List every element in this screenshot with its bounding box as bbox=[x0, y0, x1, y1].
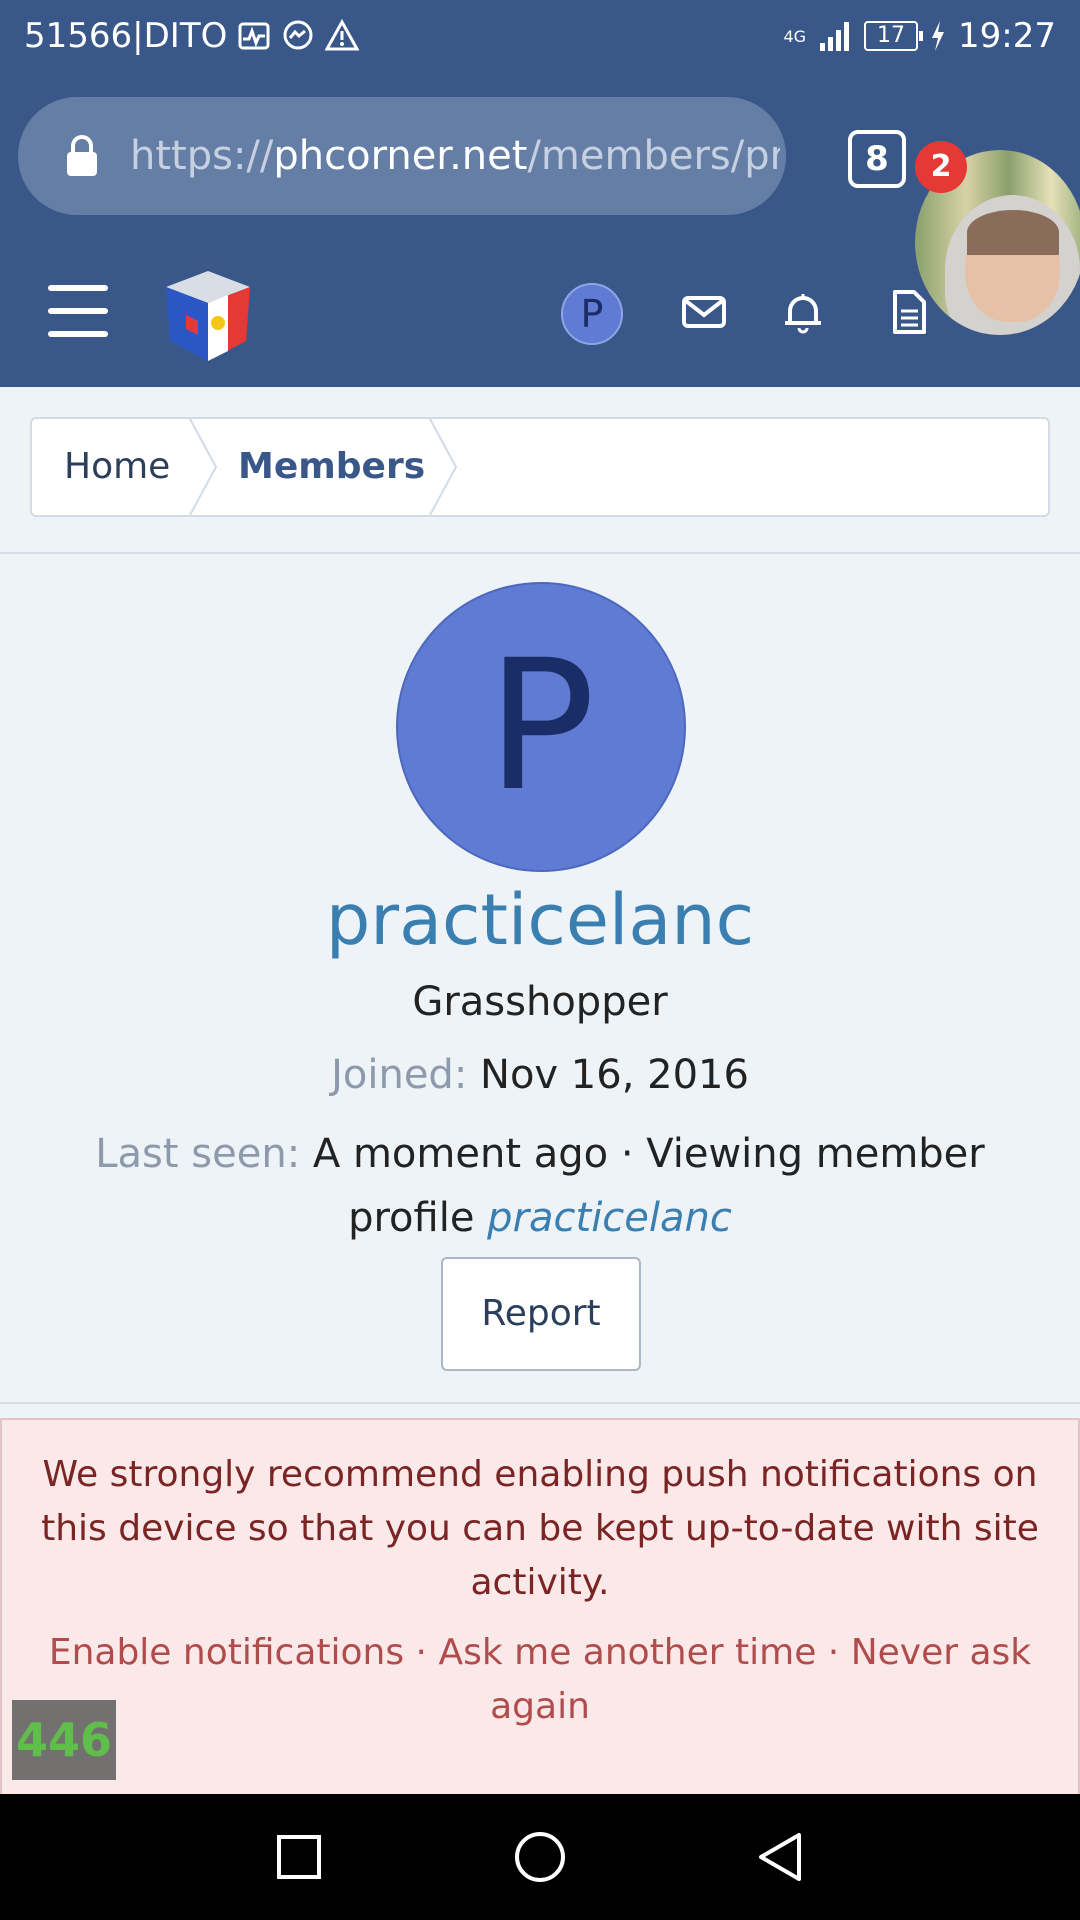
chevron-right-icon bbox=[429, 419, 458, 515]
chat-head-badge: 2 bbox=[915, 141, 967, 193]
url-path: /members/pra bbox=[527, 133, 780, 179]
tab-switcher-button[interactable]: 8 bbox=[848, 130, 906, 188]
notice-actions: Enable notifications · Ask me another ti… bbox=[42, 1626, 1038, 1734]
breadcrumb-home[interactable]: Home bbox=[64, 419, 170, 515]
document-icon[interactable] bbox=[886, 289, 932, 335]
url-prefix: https:// bbox=[130, 133, 274, 179]
clock: 19:27 bbox=[958, 16, 1056, 56]
breadcrumb: Home Members bbox=[30, 417, 1050, 517]
messenger-icon bbox=[283, 20, 313, 50]
profile-username[interactable]: practicelanc bbox=[0, 879, 1080, 961]
report-button[interactable]: Report bbox=[441, 1257, 641, 1371]
member-profile: P practicelanc Grasshopper Joined: Nov 1… bbox=[0, 554, 1080, 1402]
signal-icon bbox=[820, 22, 850, 51]
home-icon[interactable] bbox=[510, 1827, 570, 1887]
push-notification-notice: We strongly recommend enabling push noti… bbox=[0, 1418, 1080, 1796]
url-host: phcorner.net bbox=[273, 133, 528, 179]
separator: · bbox=[816, 1632, 851, 1673]
overlay-counter: 446 bbox=[12, 1700, 116, 1780]
profile-joined: Joined: Nov 16, 2016 bbox=[0, 1052, 1080, 1098]
lock-icon bbox=[67, 135, 97, 176]
header-avatar[interactable]: P bbox=[561, 283, 623, 345]
enable-notifications-link[interactable]: Enable notifications bbox=[49, 1632, 404, 1673]
last-seen-profile-link[interactable]: practicelanc bbox=[487, 1195, 732, 1241]
last-seen-label: Last seen: bbox=[95, 1131, 301, 1177]
site-logo[interactable] bbox=[158, 265, 258, 365]
activity-icon bbox=[238, 22, 270, 50]
battery-indicator: 17 bbox=[864, 21, 924, 51]
separator: · bbox=[404, 1632, 439, 1673]
status-bar: 51566|DITO 4G 17 19:27 bbox=[0, 0, 1080, 75]
carrier-label: 51566|DITO bbox=[24, 16, 228, 56]
url-text: https://phcorner.net/members/pra bbox=[130, 133, 780, 179]
chevron-right-icon bbox=[189, 419, 218, 515]
address-bar[interactable]: https://phcorner.net/members/pra bbox=[18, 97, 786, 215]
system-nav-bar bbox=[0, 1794, 1080, 1920]
notice-message: We strongly recommend enabling push noti… bbox=[41, 1454, 1039, 1603]
recents-icon[interactable] bbox=[269, 1827, 329, 1887]
joined-label: Joined: bbox=[331, 1052, 468, 1098]
profile-user-title: Grasshopper bbox=[412, 979, 668, 1025]
network-type: 4G bbox=[783, 26, 807, 46]
back-icon[interactable] bbox=[751, 1827, 811, 1887]
ask-later-link[interactable]: Ask me another time bbox=[438, 1632, 816, 1673]
joined-value: Nov 16, 2016 bbox=[480, 1052, 749, 1098]
bell-icon[interactable] bbox=[780, 289, 826, 335]
profile-avatar: P bbox=[396, 582, 686, 872]
breadcrumb-members[interactable]: Members bbox=[238, 419, 425, 515]
mail-icon[interactable] bbox=[681, 289, 727, 335]
profile-last-seen: Last seen: A moment ago · Viewing member… bbox=[60, 1122, 1020, 1250]
warning-icon bbox=[325, 19, 360, 51]
menu-icon[interactable] bbox=[48, 285, 108, 337]
breadcrumb-section: Home Members bbox=[0, 387, 1080, 554]
charging-icon bbox=[932, 21, 945, 51]
